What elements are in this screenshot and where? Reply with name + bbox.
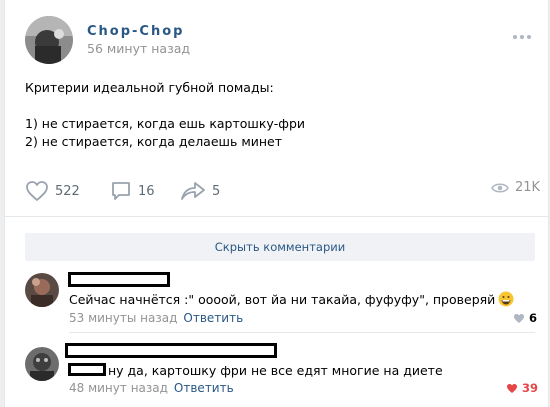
- comment-icon: [112, 182, 130, 200]
- comment-like-button[interactable]: 39: [506, 381, 538, 395]
- post-time[interactable]: 56 минут назад: [87, 41, 190, 56]
- redacted-mention: [68, 363, 106, 376]
- eye-icon: [491, 183, 509, 192]
- hide-comments-button[interactable]: Скрыть комментарии: [25, 233, 535, 261]
- more-horizontal-icon[interactable]: [512, 26, 532, 39]
- comment-avatar[interactable]: [25, 347, 59, 381]
- post-text-line: Критерии идеальной губной помады:: [25, 80, 274, 95]
- redacted-username: [68, 272, 170, 287]
- reply-link[interactable]: Ответить: [174, 381, 234, 395]
- comment-text: ну да, картошку фри не все едят многие н…: [108, 363, 443, 378]
- comment-text: Сейчас начнётся :" оооой, вот йа ни така…: [69, 291, 514, 307]
- comment-time[interactable]: 53 минуты назад: [69, 311, 177, 325]
- comment-like-count: 6: [529, 311, 538, 325]
- comment-time[interactable]: 48 минут назад: [69, 381, 168, 395]
- share-button[interactable]: 5: [180, 180, 220, 202]
- comment-meta: 48 минут назад Ответить: [69, 381, 234, 395]
- comment-button[interactable]: 16: [110, 180, 155, 202]
- post-text-line: 1) не стирается, когда ешь картошку-фри: [25, 116, 306, 131]
- heart-outline-icon: [26, 181, 48, 201]
- post-author[interactable]: Chop-Chop: [87, 24, 184, 39]
- comment-avatar[interactable]: [25, 273, 59, 307]
- grinning-face-emoji: [498, 291, 514, 307]
- post-text-line: 2) не стирается, когда делаешь минет: [25, 134, 283, 149]
- like-count: 522: [55, 183, 80, 199]
- views-count: 21K: [515, 180, 541, 195]
- comment-count: 16: [138, 183, 155, 199]
- comment-like-count: 39: [522, 381, 539, 395]
- reply-link[interactable]: Ответить: [183, 311, 243, 325]
- views-counter: 21K: [491, 180, 540, 195]
- share-count: 5: [212, 183, 221, 199]
- divider: [69, 332, 535, 333]
- heart-outline-icon: [514, 313, 524, 323]
- like-button[interactable]: 522: [25, 180, 80, 202]
- post-actions: 522 16 5 21K: [25, 180, 540, 202]
- author-avatar[interactable]: [25, 16, 73, 64]
- divider: [5, 216, 548, 217]
- post-card: Chop-Chop 56 минут назад Критерии идеаль…: [4, 0, 549, 407]
- comment-like-button[interactable]: 6: [513, 311, 537, 325]
- comment-meta: 53 минуты назад Ответить: [69, 311, 243, 325]
- redacted-username: [65, 343, 277, 358]
- share-arrow-icon: [181, 182, 205, 200]
- heart-filled-icon: [507, 383, 517, 393]
